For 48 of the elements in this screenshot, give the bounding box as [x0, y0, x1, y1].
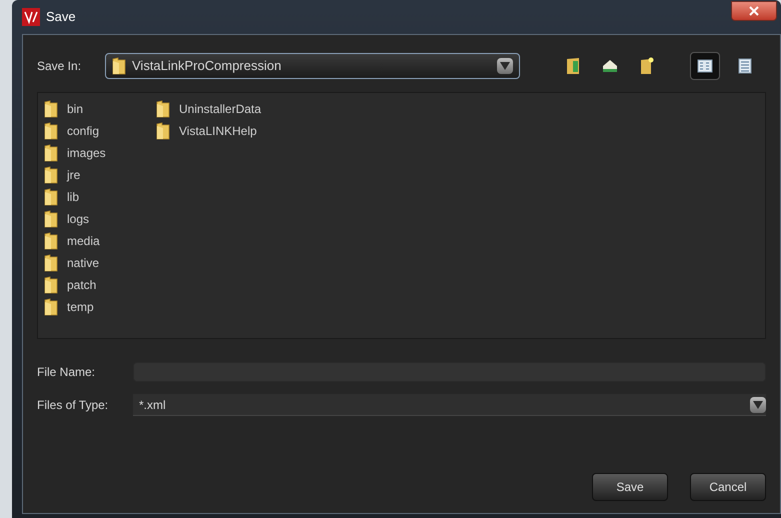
caret-icon: [500, 62, 510, 70]
folder-icon: [156, 122, 170, 140]
folder-icon: [44, 100, 58, 118]
save-in-label: Save In:: [37, 58, 82, 75]
folder-icon: [44, 188, 58, 206]
folder-up-icon: [566, 57, 580, 75]
folder-item[interactable]: jre: [44, 164, 124, 186]
folder-item[interactable]: UninstallerData: [156, 98, 262, 120]
folder-icon: [44, 276, 58, 294]
folder-icon: [44, 144, 58, 162]
list-view-button[interactable]: [690, 52, 720, 80]
folder-item[interactable]: logs: [44, 208, 124, 230]
save-in-dropdown[interactable]: VistaLinkProCompression: [105, 53, 520, 79]
file-type-label: Files of Type:: [37, 397, 110, 414]
folder-item[interactable]: config: [44, 120, 124, 142]
file-name-label: File Name:: [37, 364, 96, 381]
folder-item[interactable]: media: [44, 230, 124, 252]
dropdown-button[interactable]: [497, 58, 513, 74]
folder-item[interactable]: lib: [44, 186, 124, 208]
new-folder-button[interactable]: [640, 57, 654, 75]
details-view-icon: [737, 58, 753, 74]
folder-icon: [44, 298, 58, 316]
folder-icon: [44, 122, 58, 140]
grid-view-icon: [697, 58, 713, 74]
file-type-dropdown[interactable]: *.xml: [133, 394, 766, 416]
home-button[interactable]: [602, 59, 618, 73]
cancel-button[interactable]: Cancel: [690, 473, 766, 501]
dropdown-button[interactable]: [750, 396, 766, 412]
house-icon: [602, 59, 618, 73]
folder-item[interactable]: native: [44, 252, 124, 274]
folder-item[interactable]: temp: [44, 296, 124, 318]
folder-item[interactable]: images: [44, 142, 124, 164]
folder-icon: [112, 57, 126, 75]
save-button[interactable]: Save: [592, 473, 668, 501]
caret-icon: [753, 400, 763, 408]
window-title: Save: [46, 8, 76, 26]
folder-item[interactable]: patch: [44, 274, 124, 296]
folder-icon: [44, 166, 58, 184]
folder-icon: [44, 232, 58, 250]
app-logo-icon: [22, 8, 40, 26]
close-button[interactable]: [731, 1, 777, 21]
close-icon: [749, 6, 759, 16]
folder-icon: [44, 210, 58, 228]
folder-item[interactable]: VistaLINKHelp: [156, 120, 262, 142]
folder-icon: [44, 254, 58, 272]
folder-icon: [156, 100, 170, 118]
up-folder-button[interactable]: [566, 57, 580, 75]
folder-item[interactable]: bin: [44, 98, 124, 120]
